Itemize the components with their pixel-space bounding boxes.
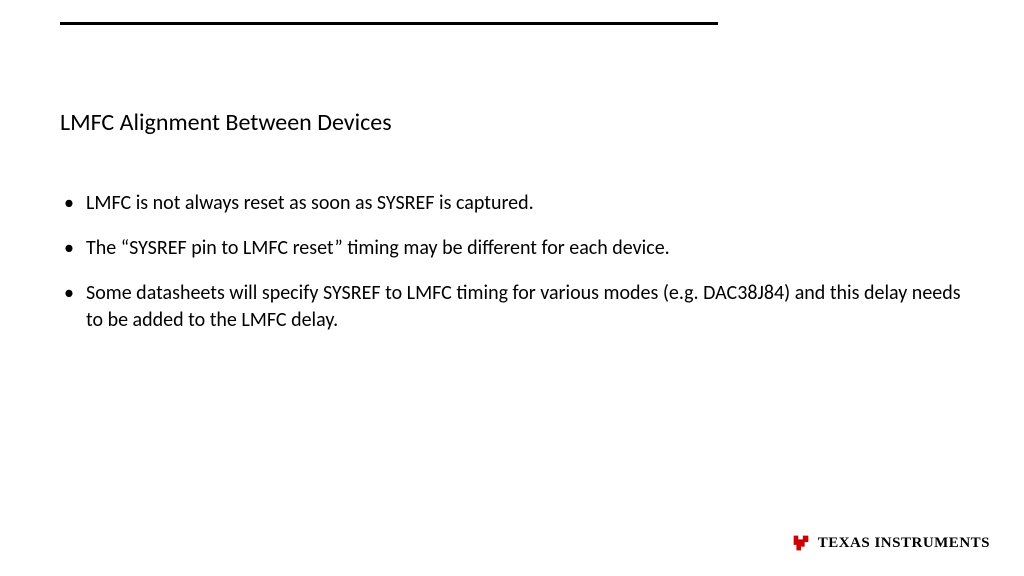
ti-logo-text: TEXAS INSTRUMENTS [818, 535, 990, 552]
list-item: The “SYSREF pin to LMFC reset” timing ma… [60, 235, 964, 262]
ti-logo-icon [790, 532, 812, 554]
bullet-list: LMFC is not always reset as soon as SYSR… [60, 190, 964, 352]
list-item: Some datasheets will specify SYSREF to L… [60, 280, 964, 334]
slide-title: LMFC Alignment Between Devices [60, 108, 392, 137]
list-item: LMFC is not always reset as soon as SYSR… [60, 190, 964, 217]
footer-logo: TEXAS INSTRUMENTS [790, 532, 990, 554]
top-rule [60, 22, 718, 25]
